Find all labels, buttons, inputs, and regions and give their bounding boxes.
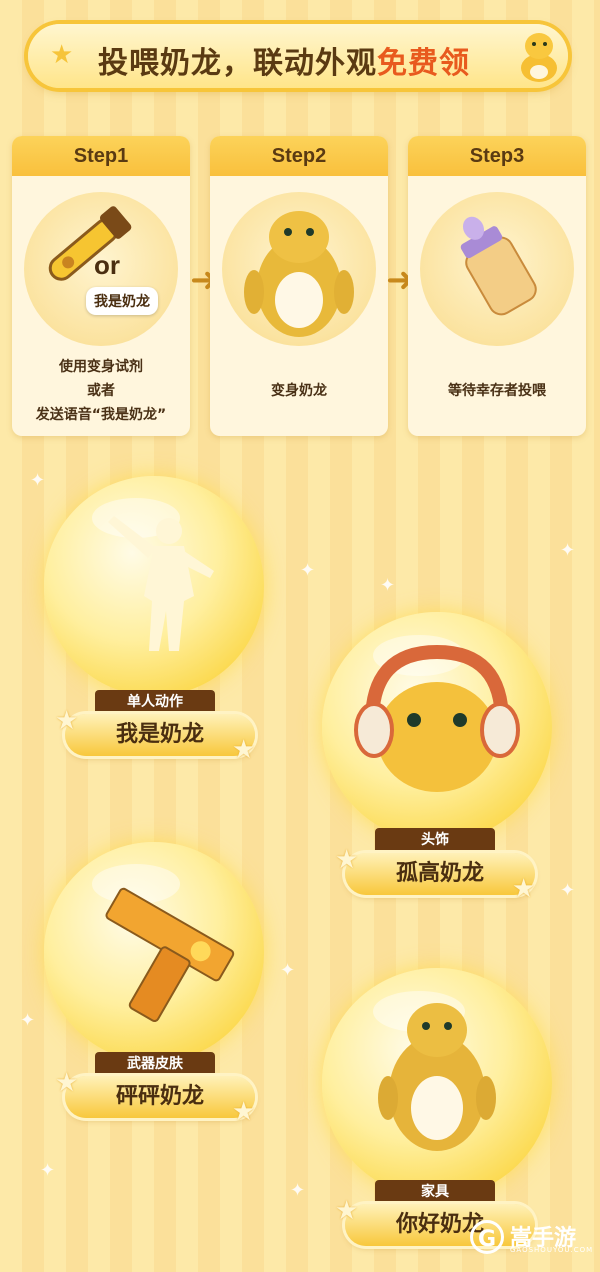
or-text: or [94,250,120,280]
dragon-mascot-icon [521,33,557,82]
step-desc-line: 变身奶龙 [271,383,327,399]
sparkle-icon: ✦ [280,960,296,981]
page-title: 投喂奶龙，联动外观免费领 [98,38,470,82]
step-desc-line: 等待幸存者投喂 [448,383,546,399]
step-desc-line: 或者 [87,383,115,399]
star-icon: ★ [335,1196,359,1226]
star-icon: ★ [55,706,79,736]
sparkle-icon: ✦ [380,575,396,596]
reward-bubble-3 [44,842,264,1062]
reward-bubble-4 [322,968,552,1198]
header-banner: ★ 投喂奶龙，联动外观免费领 [28,24,568,88]
reward-name: 砰砰奶龙 [65,1076,255,1118]
earmuff-headwear-icon [354,644,520,792]
star-icon: ★ [50,40,74,70]
reward-bubble-1 [44,476,264,696]
logo-icon: G [470,1220,504,1254]
sparkle-icon: ✦ [40,1160,56,1181]
speech-bubble: 我是奶龙 [86,287,158,315]
step-label: Step2 [210,136,388,176]
dancer-pose-icon [108,516,214,651]
sparkle-icon: ✦ [20,1010,36,1031]
reward-category: 武器皮肤 [95,1052,215,1076]
reward-category: 头饰 [375,828,495,852]
step-label: Step3 [408,136,586,176]
reward-category: 家具 [375,1180,495,1204]
reward-bubble-2 [322,612,552,842]
step-image-frame: or 我是奶龙 [24,192,178,346]
reward-name: 孤高奶龙 [345,853,535,895]
sparkle-icon: ✦ [560,540,576,561]
star-icon: ★ [55,1068,79,1098]
step-card-3: Step3 等待幸存者投喂 [408,136,586,436]
nailong-character-icon [244,211,354,337]
step-image-frame [222,192,376,346]
title-main: 投喂奶龙，联动外观 [98,46,377,81]
baby-bottle-icon [460,216,537,316]
sparkle-icon: ✦ [290,1180,306,1201]
step-card-2: Step2 变身奶龙 [210,136,388,436]
star-icon: ★ [512,874,536,904]
title-highlight: 免费领 [377,46,470,81]
step-desc-line: 使用变身试剂 [59,359,143,375]
sparkle-icon: ✦ [300,560,316,581]
step-desc-line: 发送语音“我是奶龙” [35,407,167,423]
star-icon: ★ [335,845,359,875]
star-icon: ★ [232,1097,256,1127]
reward-category: 单人动作 [95,690,215,714]
step-image-frame [420,192,574,346]
sparkle-icon: ✦ [30,470,46,491]
step-label: Step1 [12,136,190,176]
pistol-weapon-icon [105,887,235,1022]
site-watermark: G 嵩手游 GAOSHOUYOU.COM [470,1218,594,1258]
sparkle-icon: ✦ [560,880,576,901]
step-card-1: Step1 or 我是奶龙 使用变身试剂 或者 发送语音“我是奶龙” [12,136,190,436]
nailong-figure-icon [378,1003,496,1151]
star-icon: ★ [232,735,256,765]
reward-name: 我是奶龙 [65,714,255,756]
brand-domain: GAOSHOUYOU.COM [510,1246,594,1254]
